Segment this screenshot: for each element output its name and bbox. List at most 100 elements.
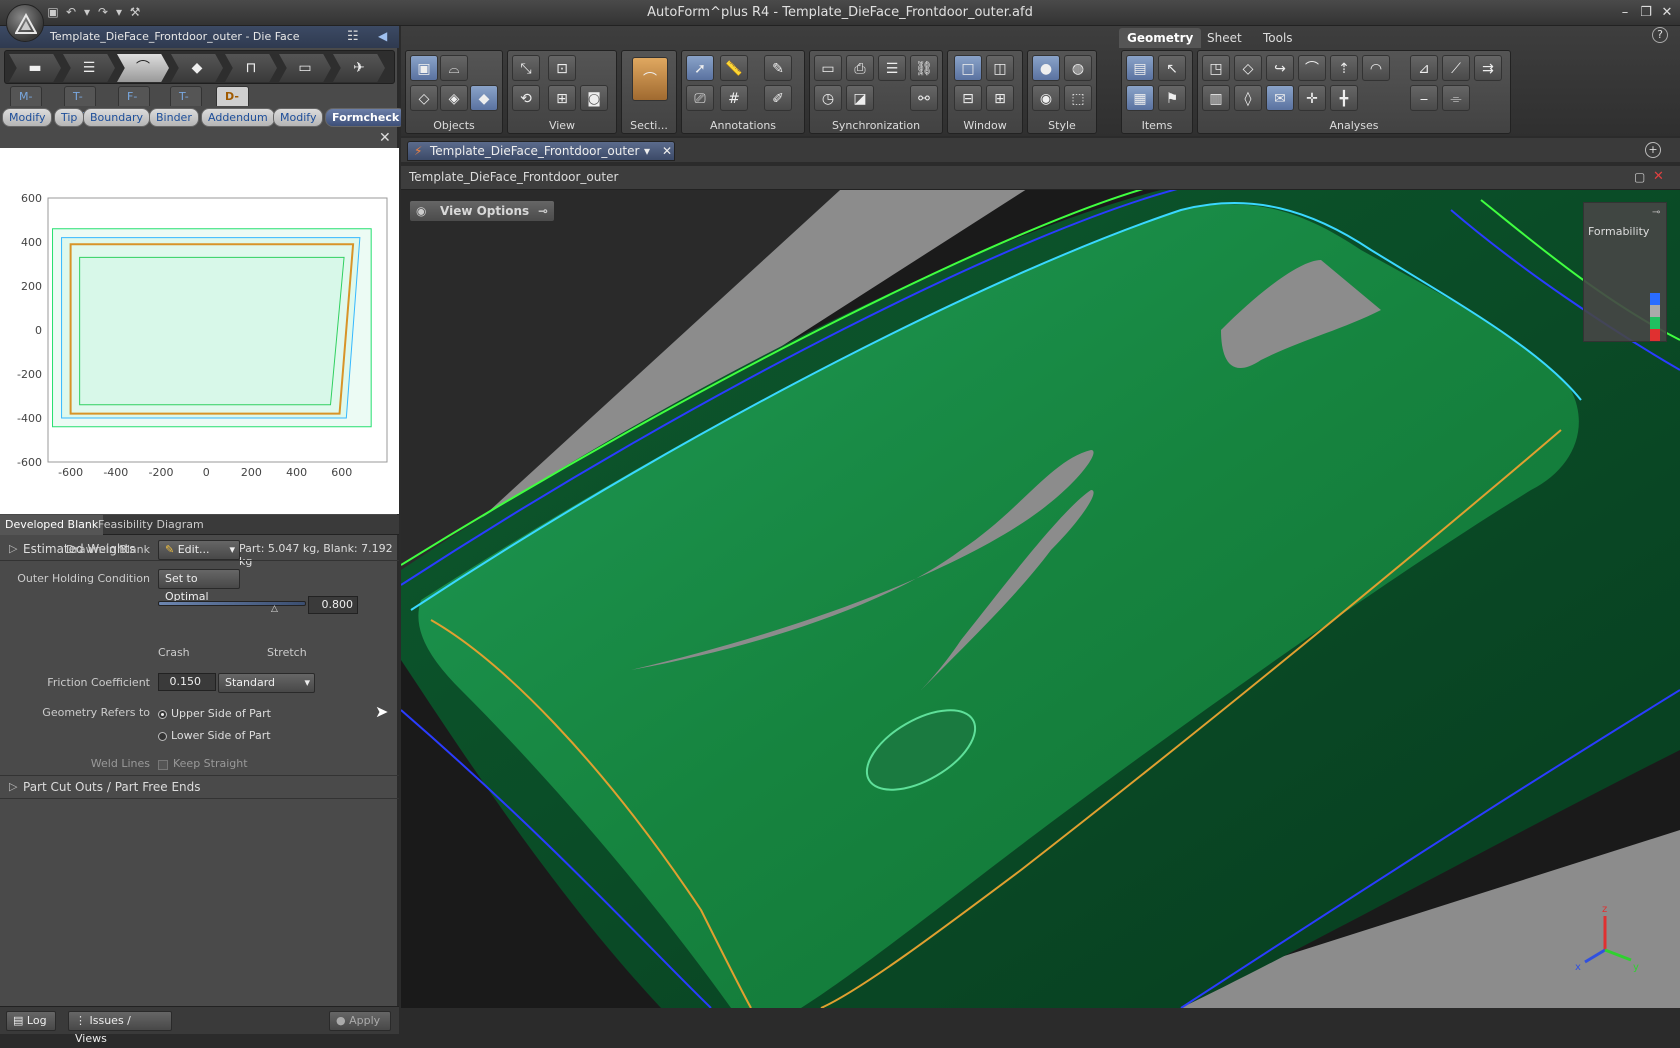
label-icon[interactable]: ⎚ — [686, 85, 714, 111]
analysis-curve-icon[interactable]: ↪ — [1266, 55, 1294, 81]
view-rotate-icon[interactable]: ⟲ — [512, 85, 540, 111]
view-fit-icon[interactable]: ⤡ — [512, 55, 540, 81]
quad-window-icon[interactable]: ⊞ — [986, 85, 1014, 111]
clock-icon[interactable]: ◷ — [814, 85, 842, 111]
step-dieface-icon[interactable]: ⌒ — [117, 54, 169, 82]
sync-list-icon[interactable]: ☰ — [878, 55, 906, 81]
die-tool-icon[interactable]: ⌓ — [440, 55, 468, 81]
issues-views-button[interactable]: ⋮ Issues / Views — [68, 1011, 172, 1045]
items-arrow-icon[interactable]: ↖ — [1158, 55, 1186, 81]
tab-feasibility-diagram[interactable]: Feasibility Diagram — [93, 515, 209, 535]
camera-icon[interactable]: ◙ — [580, 85, 608, 111]
value-icon[interactable]: # — [720, 85, 748, 111]
split-horizontal-icon[interactable]: ⊟ — [954, 85, 982, 111]
tab-tools[interactable]: Tools — [1255, 28, 1301, 48]
step-robot-icon[interactable]: ✈ — [333, 54, 385, 82]
close-window-button[interactable]: ✕ — [1658, 4, 1676, 22]
close-icon[interactable]: ✕ — [379, 130, 391, 146]
analysis-arrow-icon[interactable]: ⇡ — [1330, 55, 1358, 81]
analysis-slope-icon[interactable]: ⟋ — [1442, 55, 1470, 81]
binder-icon[interactable]: ◈ — [440, 85, 468, 111]
analysis-bp-icon[interactable]: ◊ — [1234, 85, 1262, 111]
part-cutouts-row[interactable]: ▷ Part Cut Outs / Part Free Ends — [0, 777, 399, 797]
chevron-down-icon[interactable]: ▾ — [644, 142, 650, 160]
add-view-icon[interactable]: + — [1645, 142, 1661, 158]
analysis-draft-icon[interactable]: ⌒ — [1298, 55, 1326, 81]
tab-binder[interactable]: Binder — [149, 108, 199, 127]
apply-button[interactable]: ● Apply — [329, 1011, 391, 1031]
step-blank-icon[interactable]: ▬ — [9, 54, 61, 82]
analysis-plus-icon[interactable]: ╋ — [1330, 85, 1358, 111]
collapse-panel-icon[interactable]: ◀ — [378, 29, 387, 43]
help-icon[interactable]: ? — [1652, 27, 1668, 43]
tab-modify-1[interactable]: Modify — [2, 108, 53, 127]
pointer-icon[interactable]: ➚ — [686, 55, 714, 81]
step-monitor-icon[interactable]: ▭ — [279, 54, 331, 82]
sync-view-icon[interactable]: ◪ — [846, 85, 874, 111]
undo-dropdown-icon[interactable]: ▾ — [80, 5, 94, 19]
upper-side-label[interactable]: Upper Side of Part — [171, 707, 271, 720]
tab-addendum[interactable]: Addendum — [201, 108, 275, 127]
shaded-mesh-icon[interactable]: ◉ — [1032, 85, 1060, 111]
ruler-icon[interactable]: 📏 — [720, 55, 748, 81]
step-list-icon[interactable]: ☰ — [63, 54, 115, 82]
part-icon[interactable]: ◆ — [470, 85, 498, 111]
restore-view-icon[interactable]: ▢ — [1634, 170, 1645, 184]
analysis-section-icon[interactable]: ⊿ — [1410, 55, 1438, 81]
close-view-icon[interactable]: ✕ — [1653, 169, 1664, 184]
radio-lower-side[interactable] — [158, 732, 167, 741]
transparent-icon[interactable]: ⬚ — [1064, 85, 1092, 111]
tab-sheet[interactable]: Sheet — [1199, 28, 1250, 48]
radio-upper-side[interactable] — [158, 710, 167, 719]
friction-value-field[interactable]: 0.150 — [158, 673, 216, 691]
sync-label-icon[interactable]: ⎙ — [846, 55, 874, 81]
tab-m-70[interactable]: M-70 — [10, 86, 42, 123]
app-logo-icon[interactable] — [6, 4, 44, 42]
analysis-mail-icon[interactable]: ✉ — [1266, 85, 1294, 111]
step-part-icon[interactable]: ◆ — [171, 54, 223, 82]
zoom-fit-icon[interactable]: ⊞ — [548, 85, 576, 111]
analysis-tool-icon[interactable]: ⌯ — [1442, 85, 1470, 111]
edit-button[interactable]: ✎ Edit... ▾ — [158, 540, 240, 560]
analysis-fan-icon[interactable]: ◠ — [1362, 55, 1390, 81]
holding-slider[interactable] — [158, 601, 306, 606]
tab-developed-blank[interactable]: Developed Blank — [0, 515, 104, 535]
tab-f-40[interactable]: F-40 — [118, 86, 150, 123]
document-tab[interactable]: ⚡ Template_DieFace_Frontdoor_outer ▾ ✕ — [407, 141, 675, 161]
object-tool-icon[interactable]: ▣ — [410, 55, 438, 81]
pen-icon[interactable]: ✎ — [764, 55, 792, 81]
split-vertical-icon[interactable]: ◫ — [986, 55, 1014, 81]
analysis-sheet-icon[interactable]: ◇ — [1234, 55, 1262, 81]
set-to-optimal-button[interactable]: Set to Optimal — [158, 569, 240, 603]
tab-boundary[interactable]: Boundary — [83, 108, 150, 127]
single-window-icon[interactable]: □ — [954, 55, 982, 81]
minimize-button[interactable]: – — [1616, 4, 1634, 22]
pin-icon[interactable]: ⊸ — [1652, 207, 1660, 218]
slider-thumb[interactable]: △ — [271, 605, 279, 614]
tab-geometry[interactable]: Geometry — [1119, 28, 1202, 48]
section-icon[interactable]: ⌒ — [632, 57, 668, 101]
redo-dropdown-icon[interactable]: ▾ — [112, 5, 126, 19]
list-icon[interactable]: ☷ — [347, 29, 359, 44]
sync-camera-icon[interactable]: ▭ — [814, 55, 842, 81]
sheet-icon[interactable]: ◇ — [410, 85, 438, 111]
analysis-shift-icon[interactable]: ⇉ — [1474, 55, 1502, 81]
wrench-icon[interactable]: ⚒ — [128, 5, 142, 19]
unlink-icon[interactable]: ⚯ — [910, 85, 938, 111]
friction-mode-select[interactable]: Standard ▾ — [218, 673, 315, 693]
items-page-icon[interactable]: ▦ — [1126, 85, 1154, 111]
tab-d-20[interactable]: D-20 — [216, 86, 250, 123]
view-options-button[interactable]: ◉ View Options ⊸ — [409, 200, 555, 222]
lower-side-label[interactable]: Lower Side of Part — [171, 729, 271, 742]
zoom-box-icon[interactable]: ⊡ — [548, 55, 576, 81]
undo-icon[interactable]: ↶ — [64, 5, 78, 19]
analysis-thickness-icon[interactable]: ◳ — [1202, 55, 1230, 81]
tab-t-30[interactable]: T-30 — [170, 86, 202, 123]
items-view-icon[interactable]: ▤ — [1126, 55, 1154, 81]
pin-icon[interactable]: ⊸ — [538, 201, 548, 221]
items-flag-icon[interactable]: ⚑ — [1158, 85, 1186, 111]
analysis-flat-icon[interactable]: ⎯ — [1410, 85, 1438, 111]
analysis-book-icon[interactable]: ▥ — [1202, 85, 1230, 111]
shaded-icon[interactable]: ● — [1032, 55, 1060, 81]
analysis-cross-icon[interactable]: ✛ — [1298, 85, 1326, 111]
